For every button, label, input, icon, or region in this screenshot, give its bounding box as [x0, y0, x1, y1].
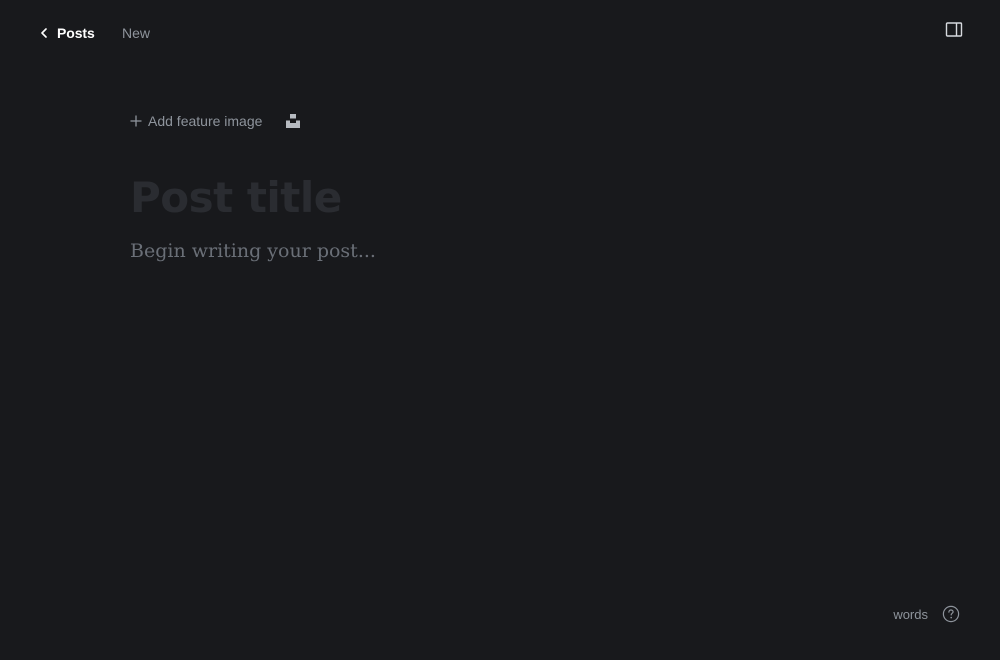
post-body-editor[interactable]: Begin writing your post...	[130, 236, 870, 266]
add-feature-image-label: Add feature image	[148, 113, 263, 129]
chevron-left-icon	[41, 28, 47, 38]
post-status: New	[122, 25, 151, 41]
plus-icon	[130, 115, 142, 127]
back-link-label: Posts	[57, 25, 95, 41]
post-editor: Add feature image Post title Begin writi…	[130, 108, 870, 266]
editor-header: Posts New	[0, 0, 1000, 66]
post-title-input[interactable]: Post title	[130, 172, 870, 224]
editor-footer: words	[893, 605, 960, 623]
sidebar-toggle-icon[interactable]	[945, 21, 963, 39]
back-to-posts-link[interactable]: Posts	[40, 24, 95, 42]
feature-image-row: Add feature image	[130, 108, 870, 134]
word-count: words	[893, 606, 928, 622]
question-mark-circle-icon[interactable]	[942, 605, 960, 623]
unsplash-icon[interactable]	[285, 113, 301, 129]
add-feature-image-button[interactable]: Add feature image	[130, 113, 262, 129]
